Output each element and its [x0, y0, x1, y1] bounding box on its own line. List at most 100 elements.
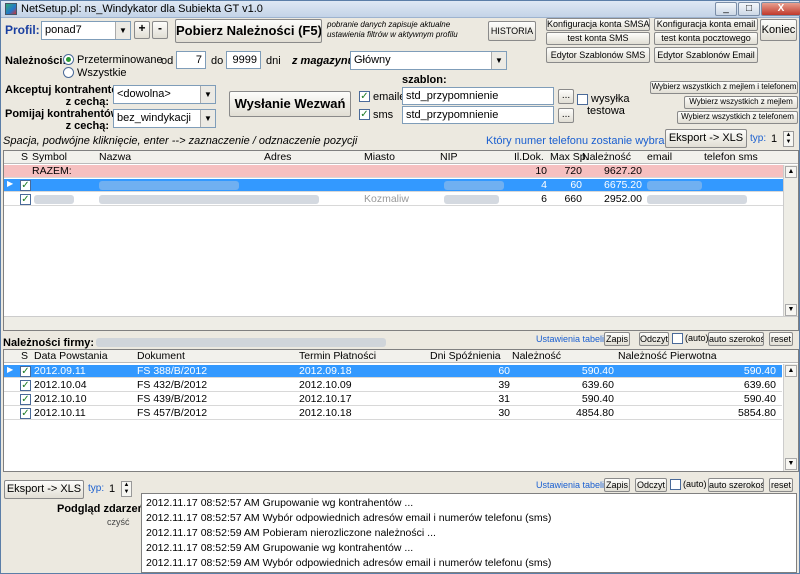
- fetch-receivables-button[interactable]: Pobierz Należności (F5): [175, 19, 322, 43]
- scroll-up-icon[interactable]: ▲: [785, 166, 797, 178]
- which-phone-link[interactable]: Który numer telefonu zostanie wybrany ?: [486, 135, 685, 147]
- auto-width-button[interactable]: auto szerokość: [708, 332, 764, 346]
- table-row[interactable]: ✓ 2012.10.04 FS 432/B/2012 2012.10.09 39…: [4, 379, 782, 392]
- accept-label-2: z cechą:: [65, 96, 109, 108]
- days-from-input[interactable]: 7: [176, 51, 206, 69]
- skip-label-1: Pomijaj kontrahentów: [5, 108, 120, 120]
- read-settings-button-bottom[interactable]: Odczyt: [635, 478, 667, 492]
- read-settings-button[interactable]: Odczyt: [639, 332, 669, 346]
- save-settings-button-bottom[interactable]: Zapis: [604, 478, 630, 492]
- scroll-down-icon[interactable]: ▼: [785, 304, 797, 316]
- cell-max-delay: 660: [564, 193, 582, 205]
- test-send-label-2: testowa: [587, 105, 625, 117]
- template-label: szablon:: [402, 74, 447, 86]
- vertical-scrollbar[interactable]: ▲ ▼: [783, 165, 798, 317]
- sms-checkbox[interactable]: ✓: [359, 109, 370, 120]
- overdue-radio[interactable]: [63, 54, 74, 65]
- test-send-checkbox[interactable]: [577, 94, 588, 105]
- events-log[interactable]: 2012.11.17 08:52:57 AM Grupowanie wg kon…: [141, 493, 797, 573]
- contractors-table[interactable]: S Symbol Nazwa Adres Miasto NIP Il.Dok. …: [3, 150, 799, 331]
- table-settings-link[interactable]: Ustawienia tabeli: [536, 334, 604, 344]
- sms-template-input[interactable]: std_przypomnienie: [402, 106, 554, 124]
- cell-document: FS 432/B/2012: [137, 379, 208, 391]
- skip-feature-select[interactable]: bez_windykacji ▼: [113, 109, 216, 128]
- select-all-mail-phone-button[interactable]: Wybierz wszystkich z mejlem i telefonem: [650, 81, 798, 94]
- profile-select[interactable]: ponad7 ▼: [41, 21, 131, 40]
- row-checkbox[interactable]: ✓: [20, 408, 31, 419]
- table-settings-link-bottom[interactable]: Ustawienia tabeli: [536, 480, 604, 490]
- auto-checkbox-bottom[interactable]: [670, 479, 681, 490]
- vertical-scrollbar[interactable]: ▲ ▼: [783, 364, 798, 471]
- minimize-button[interactable]: _: [715, 2, 737, 16]
- export-type-spinner-bottom[interactable]: ▲ ▼: [121, 481, 132, 497]
- table-row[interactable]: ✓ 2012.10.11 FS 457/B/2012 2012.10.18 30…: [4, 407, 782, 420]
- export-xls-bottom-button[interactable]: Eksport -> XLS: [4, 480, 84, 499]
- table-row[interactable]: ▶ ✓ 4 60 6675.20: [4, 179, 798, 192]
- email-checkbox[interactable]: ✓: [359, 91, 370, 102]
- cell-symbol: RAZEM:: [32, 165, 72, 177]
- table-row[interactable]: ✓ 2012.10.10 FS 439/B/2012 2012.10.17 31…: [4, 393, 782, 406]
- add-profile-button[interactable]: +: [134, 21, 150, 39]
- row-checkbox[interactable]: ✓: [20, 380, 31, 391]
- row-checkbox[interactable]: ✓: [20, 180, 31, 191]
- remove-profile-button[interactable]: -: [152, 21, 168, 39]
- days-to-input[interactable]: 9999: [226, 51, 261, 69]
- export-type-value[interactable]: 1: [771, 133, 777, 145]
- redacted-name: [99, 195, 319, 204]
- scroll-up-icon[interactable]: ▲: [785, 365, 797, 377]
- window-title: NetSetup.pl: ns_Windykator dla Subiekta …: [21, 3, 263, 15]
- select-all-phone-button[interactable]: Wybierz wszystkich z telefonem: [677, 111, 798, 124]
- history-button[interactable]: HISTORIA: [488, 21, 536, 41]
- email-template-browse-button[interactable]: ...: [558, 89, 574, 104]
- redacted-email: [647, 181, 702, 190]
- smsapi-config-button[interactable]: Konfiguracja konta SMSAPI: [546, 18, 650, 31]
- redacted-nip: [444, 181, 504, 190]
- accept-feature-select[interactable]: <dowolna> ▼: [113, 85, 216, 104]
- auto-checkbox[interactable]: [672, 333, 683, 344]
- chevron-down-icon: ▼: [200, 110, 215, 127]
- cell-original-amount: 5854.80: [738, 407, 776, 419]
- send-reminders-button[interactable]: Wysłanie Wezwań: [229, 91, 351, 117]
- sms-template-editor-button[interactable]: Edytor Szablonów SMS: [546, 47, 650, 63]
- export-xls-button[interactable]: Eksport -> XLS: [665, 129, 747, 148]
- email-template-editor-button[interactable]: Edytor Szablonów Email: [654, 47, 758, 63]
- table-row[interactable]: ✓ Kozmaliw 6 660 2952.00: [4, 193, 798, 206]
- cell-amount: 9627.20: [604, 165, 642, 177]
- row-checkbox[interactable]: ✓: [20, 366, 31, 377]
- table-row[interactable]: ▶ ✓ 2012.09.11 FS 388/B/2012 2012.09.18 …: [4, 365, 782, 378]
- export-type-spinner[interactable]: ▲ ▼: [783, 131, 794, 147]
- select-all-mail-button[interactable]: Wybierz wszystkich z mejlem: [684, 96, 798, 109]
- maximize-button[interactable]: □: [738, 2, 760, 16]
- col-address: Adres: [264, 151, 292, 163]
- reset-button-bottom[interactable]: reset: [769, 478, 793, 492]
- auto-width-button-bottom[interactable]: auto szerokość: [708, 478, 764, 492]
- cell-days-late: 30: [498, 407, 510, 419]
- col-city: Miasto: [364, 151, 395, 163]
- close-button[interactable]: X: [761, 2, 800, 16]
- clear-events-link[interactable]: czyść: [107, 517, 130, 527]
- row-checkbox[interactable]: ✓: [20, 394, 31, 405]
- reset-button[interactable]: reset: [769, 332, 793, 346]
- col-amount: Należność: [582, 151, 632, 163]
- accept-feature-value: <dowolna>: [117, 88, 171, 100]
- documents-table[interactable]: S Data Powstania Dokument Termin Płatnoś…: [3, 349, 799, 472]
- test-sms-button[interactable]: test konta SMS: [546, 32, 650, 45]
- horizontal-scrollbar[interactable]: [4, 316, 798, 330]
- cell-document: FS 439/B/2012: [137, 393, 208, 405]
- cell-due-date: 2012.10.09: [299, 379, 352, 391]
- test-mail-button[interactable]: test konta pocztowego: [654, 32, 758, 45]
- email-config-button[interactable]: Konfiguracja konta email: [654, 18, 758, 31]
- exit-button[interactable]: Koniec: [760, 19, 797, 41]
- warehouse-select[interactable]: Główny ▼: [350, 51, 507, 70]
- email-template-input[interactable]: std_przypomnienie: [402, 87, 554, 105]
- cell-creation-date: 2012.09.11: [34, 365, 86, 377]
- export-type-value-bottom[interactable]: 1: [109, 483, 115, 495]
- table-row-total[interactable]: RAZEM: 10 720 9627.20: [4, 165, 798, 178]
- row-checkbox[interactable]: ✓: [20, 194, 31, 205]
- cell-doc-count: 10: [535, 165, 547, 177]
- cell-document: FS 457/B/2012: [137, 407, 208, 419]
- all-radio[interactable]: [63, 67, 74, 78]
- scroll-down-icon[interactable]: ▼: [785, 458, 797, 470]
- sms-template-browse-button[interactable]: ...: [558, 108, 574, 123]
- save-settings-button[interactable]: Zapis: [604, 332, 630, 346]
